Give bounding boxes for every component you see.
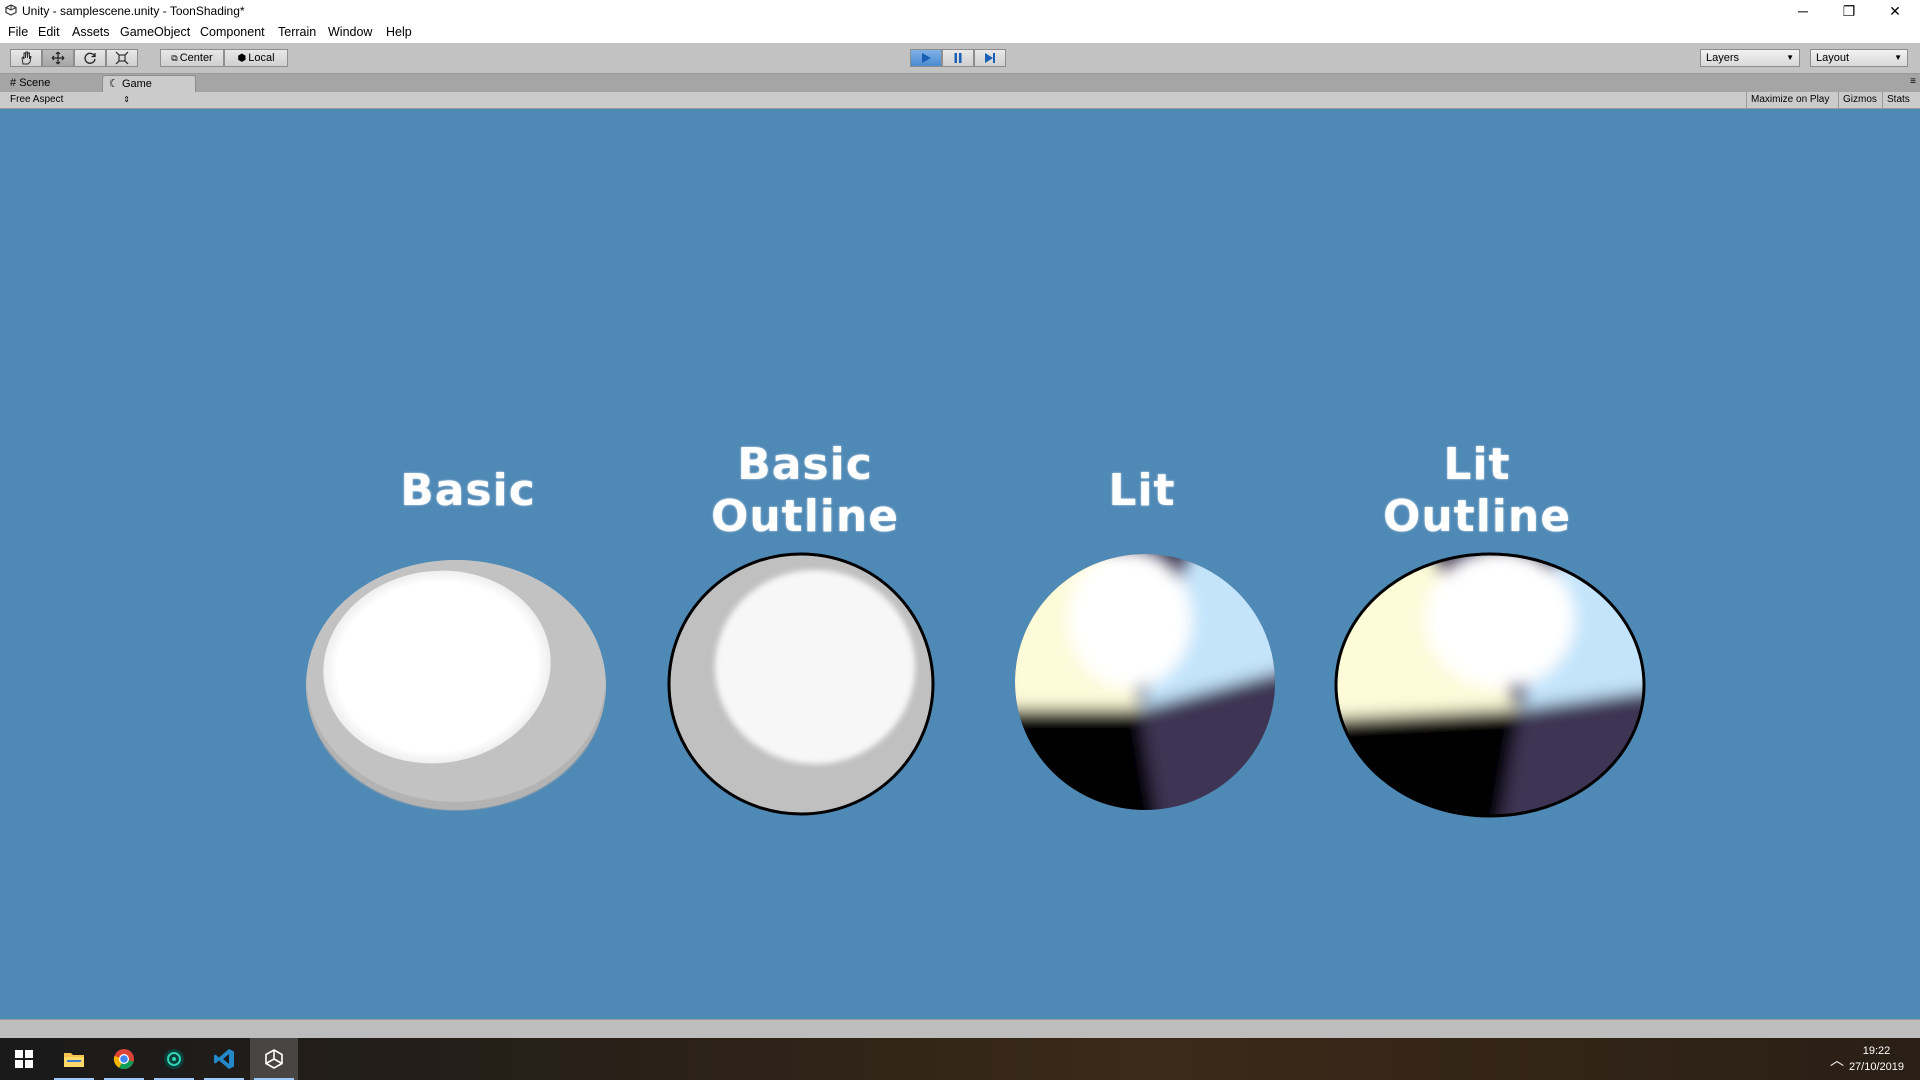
hand-icon xyxy=(21,51,32,65)
play-icon xyxy=(922,53,931,63)
pivot-center-label: Center xyxy=(179,52,213,64)
rotate-tool-button[interactable] xyxy=(74,49,106,67)
app-icon xyxy=(164,1049,184,1069)
scale-icon xyxy=(115,51,129,65)
menu-window[interactable]: Window xyxy=(328,25,372,39)
tab-scene-label: Scene xyxy=(19,77,51,89)
pause-icon xyxy=(954,53,962,63)
view-tab-bar: # Scene ☾ Game ≡ xyxy=(0,74,1920,92)
local-cube-icon: ⬢ xyxy=(237,52,247,64)
move-arrows-icon xyxy=(51,51,65,65)
menu-bar: File Edit Assets GameObject Component Te… xyxy=(0,22,1920,43)
windows-start-icon xyxy=(15,1050,33,1068)
dropdown-arrow-icon: ▼ xyxy=(1786,53,1794,62)
close-button[interactable]: ✕ xyxy=(1872,0,1918,22)
unity-icon xyxy=(265,1049,283,1069)
maximize-button[interactable]: ❐ xyxy=(1826,0,1872,22)
tab-game[interactable]: ☾ Game xyxy=(102,75,196,92)
play-button[interactable] xyxy=(910,49,942,67)
window-title: Unity - samplescene.unity - ToonShading* xyxy=(22,4,245,18)
taskbar-file-explorer[interactable] xyxy=(50,1038,98,1080)
menu-assets[interactable]: Assets xyxy=(72,25,110,39)
windows-start-button[interactable] xyxy=(0,1038,48,1080)
layers-dropdown[interactable]: Layers ▼ xyxy=(1700,49,1800,67)
game-view[interactable]: Basic Basic Outline Lit Lit Outline xyxy=(0,109,1920,1019)
rotate-icon xyxy=(84,52,96,64)
taskbar-vscode[interactable] xyxy=(200,1038,248,1080)
maximize-on-play-toggle[interactable]: Maximize on Play xyxy=(1746,92,1838,108)
layout-dropdown[interactable]: Layout ▼ xyxy=(1810,49,1908,67)
pause-button[interactable] xyxy=(942,49,974,67)
minimize-button[interactable]: ─ xyxy=(1780,0,1826,22)
tab-menu-icon[interactable]: ≡ xyxy=(1910,76,1916,87)
scene-icon: # xyxy=(10,77,17,89)
taskbar-unity[interactable] xyxy=(250,1038,298,1080)
layers-label: Layers xyxy=(1706,52,1740,64)
dropdown-arrow-icon: ▼ xyxy=(1894,53,1902,62)
tab-scene[interactable]: # Scene xyxy=(4,75,100,92)
stats-toggle[interactable]: Stats xyxy=(1882,92,1916,108)
scene-render xyxy=(306,552,1646,818)
unity-logo-icon xyxy=(5,4,17,16)
menu-gameobject[interactable]: GameObject xyxy=(120,25,190,39)
pivot-icon: ⧉ xyxy=(171,52,178,63)
menu-file[interactable]: File xyxy=(8,25,28,39)
dropdown-arrow-icon: ⇕ xyxy=(123,95,130,104)
aspect-label: Free Aspect xyxy=(10,94,64,105)
game-icon: ☾ xyxy=(109,78,119,90)
hand-tool-button[interactable] xyxy=(10,49,42,67)
main-toolbar: ⧉ Center ⬢ Local Layers ▼ Layout ▼ xyxy=(0,43,1920,74)
scale-tool-button[interactable] xyxy=(106,49,138,67)
gizmos-dropdown[interactable]: Gizmos xyxy=(1838,92,1882,108)
file-explorer-icon xyxy=(64,1053,84,1067)
windows-taskbar: ︿ 19:22 27/10/2019 xyxy=(0,1038,1920,1080)
chrome-icon xyxy=(113,1049,134,1070)
move-tool-button[interactable] xyxy=(42,49,74,67)
menu-terrain[interactable]: Terrain xyxy=(278,25,316,39)
taskbar-chrome[interactable] xyxy=(100,1038,148,1080)
vscode-icon xyxy=(214,1049,234,1069)
sphere-lit xyxy=(1015,554,1275,810)
title-bar: Unity - samplescene.unity - ToonShading*… xyxy=(0,0,1920,22)
step-icon xyxy=(985,53,995,63)
layout-label: Layout xyxy=(1816,52,1850,64)
game-view-toolbar: Free Aspect ⇕ Maximize on Play Gizmos St… xyxy=(0,92,1920,109)
sphere-basic-outline xyxy=(667,552,935,816)
clock-date: 27/10/2019 xyxy=(1848,1061,1904,1073)
pivot-local-button[interactable]: ⬢ Local xyxy=(224,49,288,67)
menu-edit[interactable]: Edit xyxy=(38,25,60,39)
taskbar-app[interactable] xyxy=(150,1038,198,1080)
pivot-local-label: Local xyxy=(248,52,275,64)
pivot-center-button[interactable]: ⧉ Center xyxy=(160,49,224,67)
status-bar xyxy=(0,1019,1920,1039)
menu-help[interactable]: Help xyxy=(386,25,412,39)
sphere-basic xyxy=(306,560,606,811)
sphere-lit-outline xyxy=(1334,552,1646,818)
step-button[interactable] xyxy=(974,49,1006,67)
aspect-dropdown[interactable]: Free Aspect ⇕ xyxy=(6,92,134,108)
menu-component[interactable]: Component xyxy=(200,25,265,39)
clock-time: 19:22 xyxy=(1862,1045,1891,1057)
tray-chevron-up-icon[interactable]: ︿ xyxy=(1830,1050,1844,1070)
tab-game-label: Game xyxy=(121,78,152,90)
taskbar-clock[interactable]: 19:22 27/10/2019 xyxy=(1849,1043,1904,1075)
